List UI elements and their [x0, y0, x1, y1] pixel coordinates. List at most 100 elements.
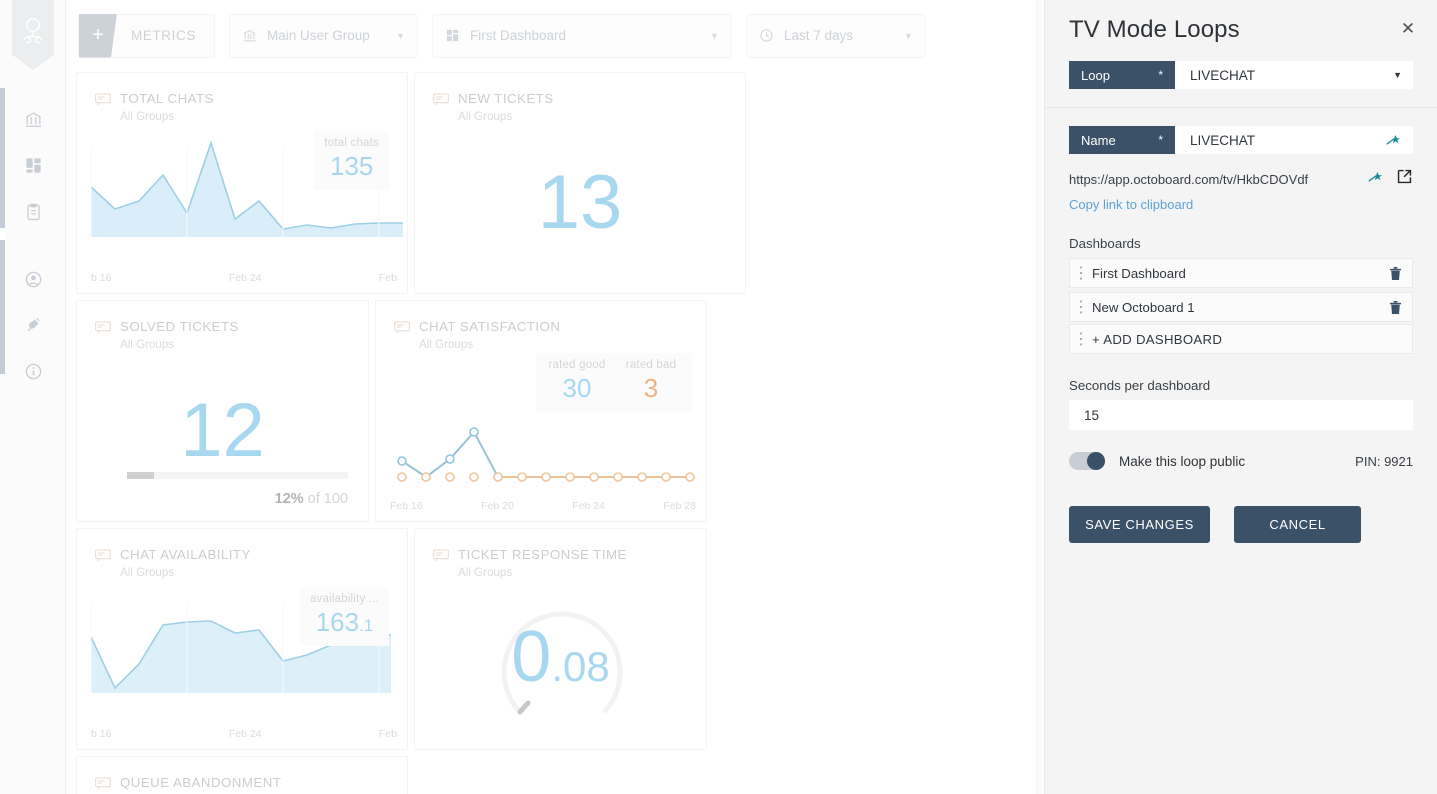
required-asterisk: *	[1158, 133, 1163, 147]
dashboard-list-item[interactable]: ⋮ New Octoboard 1	[1069, 292, 1413, 322]
drag-handle-icon[interactable]: ⋮	[1070, 329, 1092, 349]
delete-icon[interactable]	[1389, 266, 1402, 281]
drag-handle-icon[interactable]: ⋮	[1070, 263, 1092, 283]
seconds-value: 15	[1084, 407, 1100, 423]
progress-of: of 100	[307, 491, 348, 507]
widget-header: CHAT SATISFACTION All Groups	[376, 301, 706, 351]
seconds-label: Seconds per dashboard	[1069, 378, 1211, 393]
copy-link-button[interactable]: Copy link to clipboard	[1069, 197, 1413, 212]
widget-title: CHAT SATISFACTION	[419, 319, 561, 334]
magic-wand-icon[interactable]	[1385, 133, 1402, 147]
axis-tick: Feb	[378, 728, 397, 740]
widget-chat-availability[interactable]: CHAT AVAILABILITY All Groups availabilit…	[76, 528, 408, 750]
widget-new-tickets[interactable]: NEW TICKETS All Groups 13	[414, 72, 746, 294]
axis-tick: b 16	[91, 728, 112, 740]
user-group-select[interactable]: Main User Group ▼	[228, 13, 418, 58]
livechat-icon	[95, 549, 111, 567]
dashboard-value: First Dashboard	[469, 28, 566, 43]
name-field-label: Name *	[1069, 126, 1175, 154]
close-icon[interactable]: ✕	[1397, 18, 1419, 40]
widget-header: TICKET RESPONSE TIME All Groups	[415, 529, 706, 579]
livechat-icon	[394, 321, 410, 339]
name-input[interactable]: LIVECHAT	[1175, 126, 1413, 154]
chevron-down-icon: ▼	[1393, 70, 1402, 80]
tv-mode-loops-panel: TV Mode Loops ✕ Loop * LIVECHAT ▼ Name *…	[1044, 0, 1437, 794]
widget-queue-abandonment[interactable]: QUEUE ABANDONMENT All Groups 0 0% of 100	[76, 756, 408, 794]
axis-tick: Feb 24	[228, 728, 262, 740]
axis-tick: Feb 24	[228, 272, 262, 284]
widget-title: TICKET RESPONSE TIME	[458, 547, 627, 562]
widget-header: TOTAL CHATS All Groups	[77, 73, 407, 123]
add-metrics-button[interactable]: + METRICS	[78, 13, 215, 58]
widget-header: QUEUE ABANDONMENT All Groups	[77, 757, 407, 794]
sidebar-item-plug[interactable]	[0, 302, 66, 348]
dashboard-canvas: TOTAL CHATS All Groups total chats 135 b…	[66, 71, 1044, 794]
cancel-button[interactable]: CANCEL	[1234, 506, 1361, 543]
sidebar-item-info[interactable]	[0, 348, 66, 394]
stat-value: 163.1	[310, 607, 379, 638]
progress-track	[127, 472, 348, 479]
drag-handle-icon[interactable]: ⋮	[1070, 297, 1092, 317]
name-label-text: Name	[1081, 132, 1116, 148]
stat-label: total chats	[324, 137, 379, 149]
add-dashboard-button[interactable]: ⋮ + ADD DASHBOARD	[1069, 324, 1413, 354]
sidebar-item-dashboard[interactable]	[0, 142, 66, 188]
widget-total-chats[interactable]: TOTAL CHATS All Groups total chats 135 b…	[76, 72, 408, 294]
stat-value: 30	[562, 373, 592, 403]
widget-chat-satisfaction[interactable]: CHAT SATISFACTION All Groups rated good …	[375, 300, 707, 522]
axis-tick: Feb 28	[663, 500, 696, 512]
top-toolbar: + METRICS Main User Group ▼ First Dashbo…	[66, 0, 1044, 71]
stat-label: rated good	[548, 359, 606, 371]
seconds-input[interactable]: 15	[1069, 400, 1413, 430]
public-url-row: https://app.octoboard.com/tv/HkbCDOVdf	[1069, 168, 1413, 190]
pin-code: PIN: 9921	[1355, 453, 1413, 469]
date-range-select[interactable]: Last 7 days ▼	[745, 13, 926, 58]
delete-icon[interactable]	[1389, 300, 1402, 315]
plus-icon: +	[79, 13, 117, 58]
livechat-icon	[95, 777, 111, 794]
loop-select[interactable]: LIVECHAT ▼	[1175, 61, 1413, 89]
dashboards-section-label: Dashboards	[1069, 236, 1141, 251]
widget-subtitle: All Groups	[419, 338, 474, 352]
panel-actions: SAVE CHANGES CANCEL	[1069, 506, 1413, 543]
progress-percent: 12%	[274, 491, 304, 507]
dashboard-select[interactable]: First Dashboard ▼	[431, 13, 732, 58]
stat-rated-good: rated good 30	[544, 359, 610, 404]
dashboard-name: First Dashboard	[1092, 265, 1186, 281]
public-toggle-label: Make this loop public	[1119, 453, 1246, 469]
axis-tick: Feb 16	[390, 500, 423, 512]
sidebar-item-clipboard[interactable]	[0, 188, 66, 234]
bank-icon	[242, 28, 257, 43]
widget-title: NEW TICKETS	[458, 91, 554, 106]
user-group-value: Main User Group	[266, 28, 370, 43]
axis-tick: Feb 20	[481, 500, 514, 512]
axis-tick: Feb 24	[572, 500, 605, 512]
public-toggle[interactable]	[1069, 452, 1105, 470]
sidebar-item-bank[interactable]	[0, 96, 66, 142]
clock-icon	[759, 28, 774, 43]
save-changes-button[interactable]: SAVE CHANGES	[1069, 506, 1210, 543]
widget-title: QUEUE ABANDONMENT	[120, 775, 282, 790]
dashboard-name: New Octoboard 1	[1092, 299, 1195, 315]
magic-wand-icon[interactable]	[1367, 170, 1384, 189]
name-field-row: Name * LIVECHAT	[1069, 126, 1413, 154]
livechat-icon	[95, 93, 111, 111]
widget-title: CHAT AVAILABILITY	[120, 547, 251, 562]
kpi-value-int: 0	[511, 617, 552, 697]
widget-ticket-response-time[interactable]: TICKET RESPONSE TIME All Groups 0.08	[414, 528, 707, 750]
required-asterisk: *	[1158, 68, 1163, 82]
octoboard-logo-icon[interactable]	[12, 0, 54, 70]
metrics-label: METRICS	[131, 28, 196, 43]
dashboard-list-item[interactable]: ⋮ First Dashboard	[1069, 258, 1413, 288]
widget-stat: total chats 135	[314, 131, 389, 190]
stat-value: 3	[643, 373, 659, 403]
sidebar-item-user[interactable]	[0, 256, 66, 302]
widget-solved-tickets[interactable]: SOLVED TICKETS All Groups 12 12% of 100	[76, 300, 369, 522]
widget-header: CHAT AVAILABILITY All Groups	[77, 529, 407, 579]
progress-caption: 12% of 100	[275, 491, 348, 507]
name-value: LIVECHAT	[1190, 132, 1256, 148]
widget-subtitle: All Groups	[120, 110, 175, 124]
external-link-icon[interactable]	[1396, 168, 1413, 190]
loop-value: LIVECHAT	[1190, 67, 1256, 83]
widget-stats: rated good 30 rated bad 3	[536, 353, 692, 412]
